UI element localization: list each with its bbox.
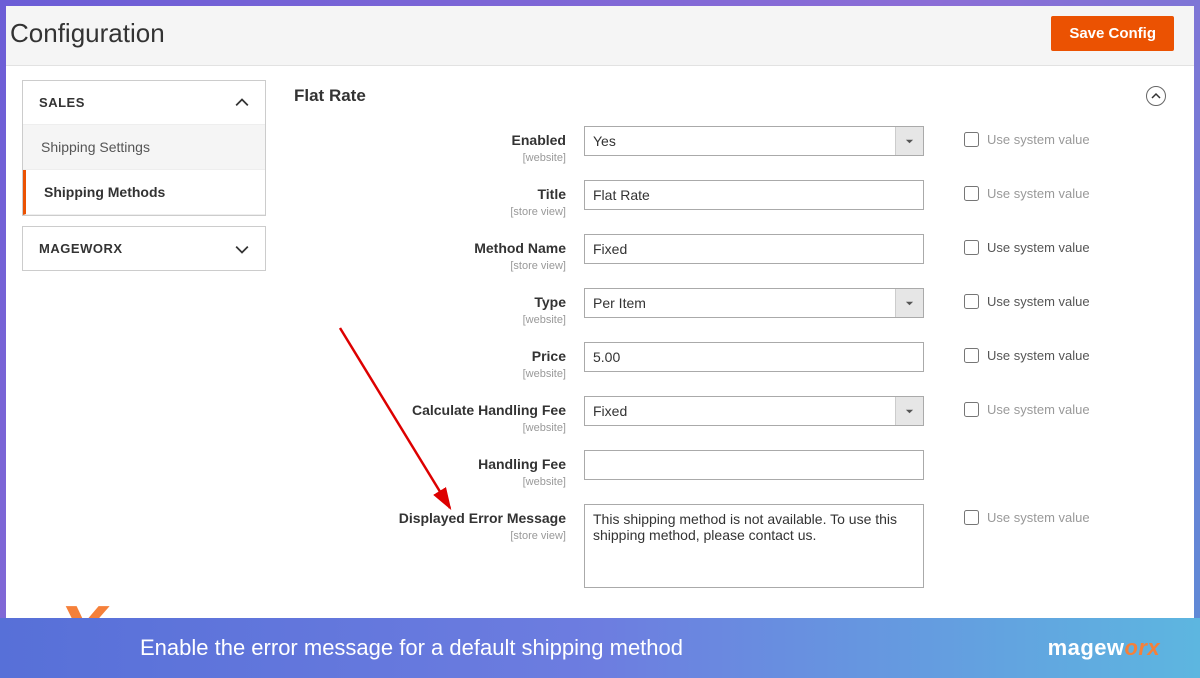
sidebar-group-header-sales[interactable]: SALES (23, 81, 265, 125)
chevron-up-icon (235, 96, 249, 110)
caption-text: Enable the error message for a default s… (140, 635, 683, 661)
save-config-button[interactable]: Save Config (1051, 16, 1174, 51)
field-label: Type (534, 294, 566, 310)
field-row-price: Price [website] Use system value (294, 342, 1166, 380)
handling-fee-input[interactable] (584, 450, 924, 480)
field-row-enabled: Enabled [website] Yes Use system value (294, 126, 1166, 164)
field-label: Displayed Error Message (399, 510, 566, 526)
field-label: Handling Fee (478, 456, 566, 472)
field-row-calc-handling: Calculate Handling Fee [website] Fixed U… (294, 396, 1166, 434)
field-row-error-message: Displayed Error Message [store view] Thi… (294, 504, 1166, 593)
field-label: Price (532, 348, 566, 364)
select-value: Per Item (585, 289, 895, 317)
caret-down-icon (895, 127, 923, 155)
brand-part1: magew (1048, 635, 1125, 660)
use-system-label: Use system value (987, 510, 1090, 525)
field-label: Enabled (512, 132, 566, 148)
error-message-textarea[interactable]: This shipping method is not available. T… (584, 504, 924, 588)
use-system-label: Use system value (987, 132, 1090, 147)
field-label: Calculate Handling Fee (412, 402, 566, 418)
sidebar-group-label: SALES (39, 95, 85, 110)
select-value: Yes (585, 127, 895, 155)
calc-handling-select[interactable]: Fixed (584, 396, 924, 426)
use-system-label: Use system value (987, 186, 1090, 201)
page-header: Configuration Save Config (6, 6, 1194, 66)
field-label: Method Name (474, 240, 566, 256)
caption-bar: Enable the error message for a default s… (0, 618, 1200, 678)
field-scope: [website] (294, 314, 566, 326)
use-system-checkbox-type[interactable] (964, 294, 979, 309)
field-row-title: Title [store view] Use system value (294, 180, 1166, 218)
field-scope: [website] (294, 152, 566, 164)
enabled-select[interactable]: Yes (584, 126, 924, 156)
page-title: Configuration (10, 18, 165, 49)
use-system-label: Use system value (987, 348, 1090, 363)
field-scope: [store view] (294, 530, 566, 542)
title-input[interactable] (584, 180, 924, 210)
field-scope: [store view] (294, 260, 566, 272)
field-label: Title (537, 186, 566, 202)
field-scope: [store view] (294, 206, 566, 218)
use-system-label: Use system value (987, 402, 1090, 417)
field-scope: [website] (294, 368, 566, 380)
sidebar-group-label: MAGEWORX (39, 241, 123, 256)
config-content: Flat Rate Enabled [website] Yes (276, 66, 1194, 618)
sidebar-item-shipping-methods[interactable]: Shipping Methods (23, 170, 265, 215)
use-system-checkbox-price[interactable] (964, 348, 979, 363)
use-system-checkbox-title[interactable] (964, 186, 979, 201)
use-system-label: Use system value (987, 294, 1090, 309)
sidebar-group-header-mageworx[interactable]: MAGEWORX (23, 227, 265, 270)
field-row-type: Type [website] Per Item Use system value (294, 288, 1166, 326)
sidebar-group-mageworx: MAGEWORX (22, 226, 266, 271)
sidebar-group-sales: SALES Shipping Settings Shipping Methods (22, 80, 266, 216)
chevron-down-icon (235, 242, 249, 256)
use-system-checkbox-errmsg[interactable] (964, 510, 979, 525)
config-sidebar: SALES Shipping Settings Shipping Methods… (6, 66, 276, 618)
select-value: Fixed (585, 397, 895, 425)
use-system-checkbox-method[interactable] (964, 240, 979, 255)
section-title: Flat Rate (294, 86, 366, 106)
field-scope: [website] (294, 422, 566, 434)
use-system-label: Use system value (987, 240, 1090, 255)
sidebar-item-shipping-settings[interactable]: Shipping Settings (23, 125, 265, 170)
use-system-checkbox-enabled[interactable] (964, 132, 979, 147)
field-row-handling-fee: Handling Fee [website] (294, 450, 1166, 488)
section-collapse-toggle[interactable] (1146, 86, 1166, 106)
field-row-method-name: Method Name [store view] Use system valu… (294, 234, 1166, 272)
brand-wordmark: mageworx (1048, 635, 1160, 661)
brand-part2: orx (1124, 635, 1160, 660)
method-name-input[interactable] (584, 234, 924, 264)
price-input[interactable] (584, 342, 924, 372)
caret-down-icon (895, 397, 923, 425)
field-scope: [website] (294, 476, 566, 488)
use-system-checkbox-calc[interactable] (964, 402, 979, 417)
caret-down-icon (895, 289, 923, 317)
type-select[interactable]: Per Item (584, 288, 924, 318)
